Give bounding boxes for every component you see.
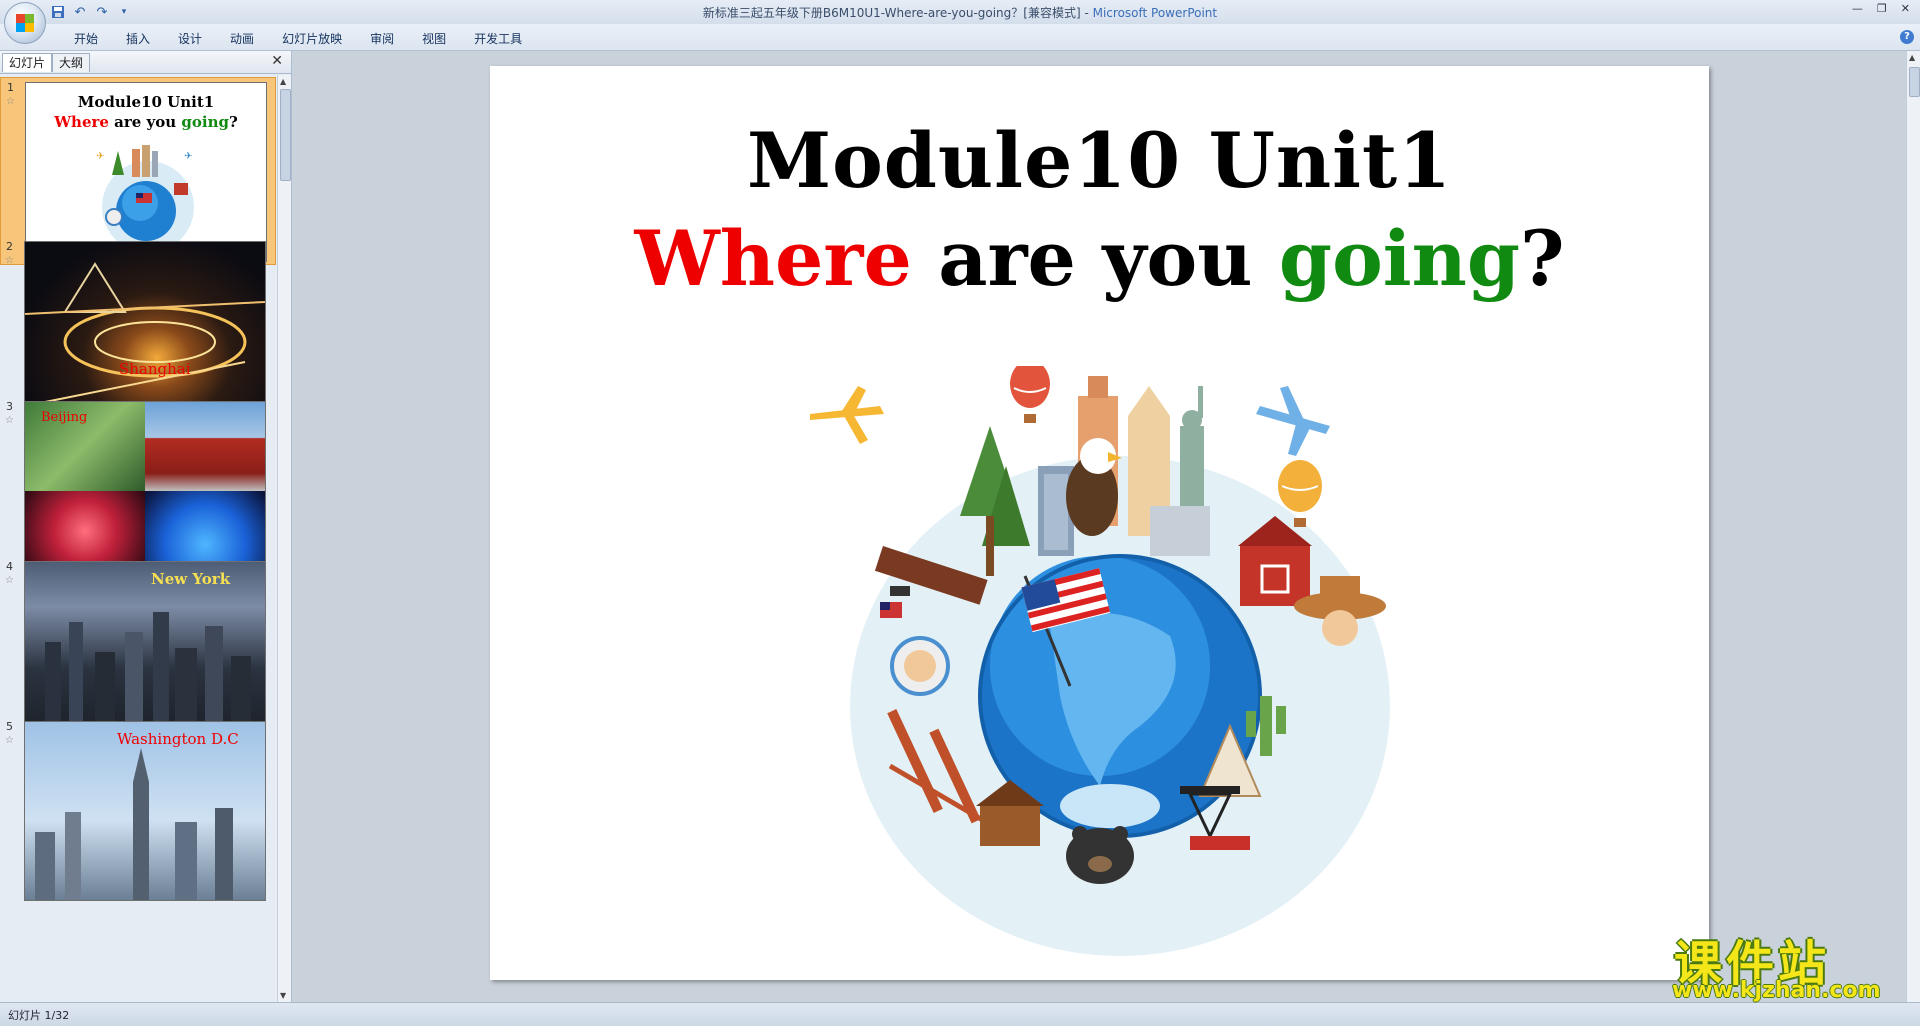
close-icon[interactable]: ✕ [1901, 2, 1910, 15]
watermark-url: www.kjzhan.com [1672, 978, 1881, 1003]
slide-editing-area: Module10 Unit1 Where are you going? [292, 51, 1902, 1002]
thumb-city-label: Washington D.C [117, 730, 239, 748]
airplane-icon [1256, 386, 1330, 456]
scroll-down-icon[interactable]: ▼ [280, 991, 286, 1000]
tab-animation[interactable]: 动画 [216, 30, 268, 47]
subtitle-going: going [1278, 214, 1521, 303]
scrollbar-thumb[interactable] [280, 89, 291, 181]
close-icon[interactable]: ✕ [271, 53, 283, 69]
thumbnail-preview: Beijing [24, 401, 266, 581]
svg-text:✈: ✈ [96, 151, 104, 162]
subtitle-where: Where [634, 214, 912, 303]
scroll-up-icon[interactable]: ▲ [1909, 53, 1915, 62]
thumb-title: Module10 Unit1 [77, 93, 215, 111]
tab-insert[interactable]: 插入 [112, 30, 164, 47]
svg-text:✈: ✈ [184, 151, 192, 162]
slide-thumbnail-5[interactable]: 5 ☆ Washington D.C [0, 717, 276, 905]
slide-title[interactable]: Module10 Unit1 [490, 116, 1709, 205]
app-name: Microsoft PowerPoint [1092, 6, 1218, 20]
tab-design[interactable]: 设计 [164, 30, 216, 47]
office-button-icon[interactable] [4, 2, 46, 44]
travel-globe-illustration[interactable] [810, 366, 1430, 966]
thumb-city-label: Shanghai [119, 360, 191, 378]
thumbnail-preview: Shanghai [24, 241, 266, 421]
help-icon[interactable]: ? [1900, 30, 1914, 44]
slide-number: 3 [6, 400, 13, 413]
restore-icon[interactable]: ❐ [1877, 2, 1887, 15]
animation-star-icon: ☆ [5, 575, 14, 586]
subtitle-question-mark: ? [1520, 214, 1565, 303]
slide-number: 2 [6, 240, 13, 253]
slide-number: 1 [7, 81, 14, 94]
animation-star-icon: ☆ [5, 255, 14, 266]
title-bar: ↶ ↷ ▾ 新标准三起五年级下册B6M10U1-Where-are-you-go… [0, 0, 1920, 25]
new-york-photo [45, 612, 251, 740]
minimize-icon[interactable]: — [1852, 2, 1863, 15]
ribbon: 开始 插入 设计 动画 幻灯片放映 审阅 视图 开发工具 ? [0, 24, 1920, 51]
hot-air-balloon-icon [1010, 366, 1050, 423]
tab-view[interactable]: 视图 [408, 30, 460, 47]
thumbnail-preview: New York [24, 561, 266, 741]
thumbnail-preview: Module10 Unit1 Where are you going? ✈ ✈ [25, 82, 267, 262]
shanghai-night-photo [25, 262, 265, 403]
slides-panel: 幻灯片 大纲 ✕ 1 ☆ Module10 Unit1 Where are yo… [0, 51, 292, 1002]
status-bar: 幻灯片 1/32 [0, 1002, 1920, 1026]
window-controls: — ❐ ✕ [1852, 2, 1910, 15]
slide-scrollbar[interactable]: ▲ [1906, 51, 1920, 1002]
thumb-city-label: Beijing [41, 410, 88, 425]
bear-icon [1066, 826, 1134, 884]
slide-number: 5 [6, 720, 13, 733]
washington-photo [35, 748, 233, 900]
slide-counter: 幻灯片 1/32 [8, 1009, 70, 1022]
scroll-up-icon[interactable]: ▲ [280, 77, 286, 86]
tab-review[interactable]: 审阅 [356, 30, 408, 47]
slide-subtitle[interactable]: Where are you going? [490, 214, 1709, 303]
thumb-subtitle: Where are you going? [54, 113, 238, 131]
tab-slides[interactable]: 幻灯片 [2, 53, 53, 72]
ribbon-tabs: 开始 插入 设计 动画 幻灯片放映 审阅 视图 开发工具 [60, 30, 536, 47]
scrollbar-thumb[interactable] [1909, 67, 1920, 97]
slide-number: 4 [6, 560, 13, 573]
site-watermark: 课件站 www.kjzhan.com [1668, 924, 1908, 1006]
thumb-city-label: New York [151, 570, 231, 588]
panel-tabs: 幻灯片 大纲 ✕ [0, 51, 291, 74]
current-slide[interactable]: Module10 Unit1 Where are you going? [490, 66, 1709, 980]
tab-developer[interactable]: 开发工具 [460, 30, 536, 47]
window-title: 新标准三起五年级下册B6M10U1-Where-are-you-going？[兼… [0, 4, 1920, 21]
tab-home[interactable]: 开始 [60, 30, 112, 47]
airplane-icon [810, 386, 884, 444]
thumbnail-scrollbar[interactable]: ▲ ▼ [277, 75, 291, 1002]
animation-star-icon: ☆ [5, 415, 14, 426]
animation-star-icon: ☆ [5, 735, 14, 746]
document-title: 新标准三起五年级下册B6M10U1-Where-are-you-going？[兼… [702, 6, 1093, 20]
thumbnail-list: 1 ☆ Module10 Unit1 Where are you going? … [0, 75, 276, 1002]
tab-slideshow[interactable]: 幻灯片放映 [268, 30, 356, 47]
subtitle-middle: are you [911, 214, 1279, 303]
tab-outline[interactable]: 大纲 [52, 53, 91, 72]
thumbnail-preview: Washington D.C [24, 721, 266, 901]
tiananmen-photo [145, 402, 265, 491]
animation-star-icon: ☆ [6, 96, 15, 107]
